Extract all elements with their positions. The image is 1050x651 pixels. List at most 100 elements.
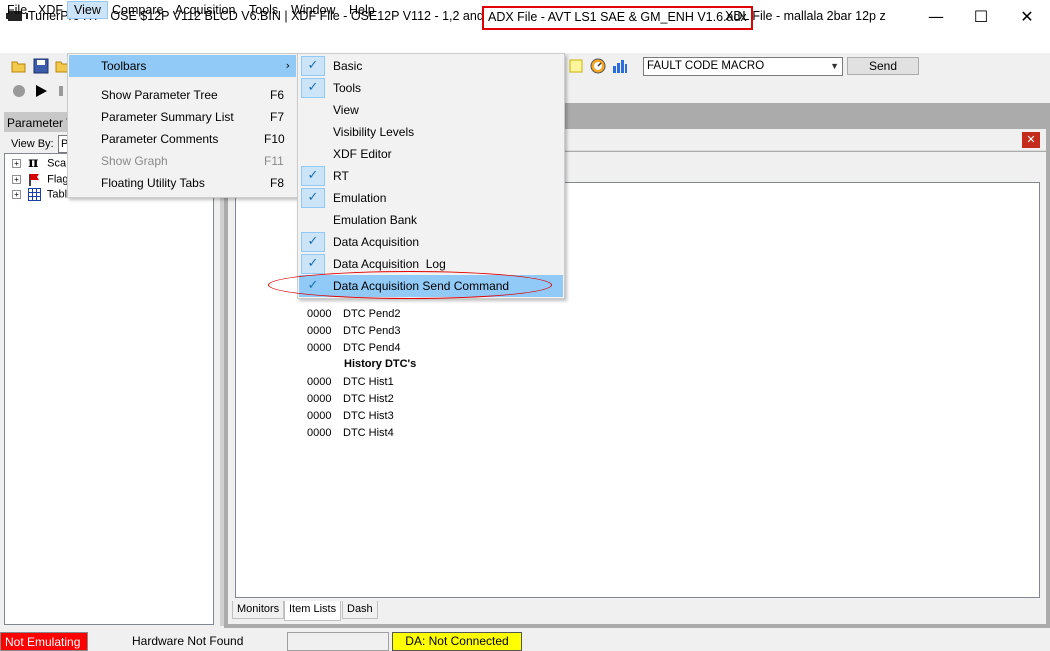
expand-icon[interactable]: + bbox=[12, 190, 21, 199]
view-menu: Toolbars › Show Parameter Tree F6 Parame… bbox=[67, 53, 298, 198]
menu-xdf[interactable]: XDF bbox=[32, 1, 69, 19]
menu-item-emulation[interactable]: ✓ Emulation bbox=[299, 187, 563, 209]
chevron-down-icon: ▼ bbox=[830, 61, 839, 71]
menu-window[interactable]: Window bbox=[285, 1, 341, 19]
menu-item-label: Emulation Bank bbox=[333, 213, 418, 227]
dtc-code: 0000 bbox=[307, 410, 332, 422]
menu-tools[interactable]: Tools bbox=[243, 1, 284, 19]
expand-icon[interactable]: + bbox=[12, 159, 21, 168]
menu-item-label: Show Graph bbox=[101, 154, 168, 168]
tab-dash[interactable]: Dash bbox=[342, 601, 378, 619]
menu-item-show-parameter-tree[interactable]: Show Parameter Tree F6 bbox=[69, 84, 296, 106]
menu-item-label: Data Acquisition bbox=[333, 235, 420, 249]
menu-item-label: RT bbox=[333, 169, 349, 183]
viewby-label: View By: bbox=[11, 138, 54, 150]
flag-icon bbox=[29, 174, 40, 186]
table-icon bbox=[28, 188, 42, 201]
chart-bars-icon[interactable] bbox=[612, 58, 628, 74]
save-icon[interactable] bbox=[33, 58, 49, 74]
parameter-panel-title: Parameter T bbox=[7, 116, 74, 130]
check-icon: ✓ bbox=[301, 232, 325, 252]
menu-item-label: Visibility Levels bbox=[333, 125, 415, 139]
macro-select-value: FAULT CODE MACRO bbox=[647, 60, 765, 72]
tree-item-scalars[interactable]: + π Sca bbox=[12, 155, 67, 172]
menu-file[interactable]: File bbox=[1, 1, 33, 19]
menu-item-label: Toolbars bbox=[101, 59, 147, 73]
menu-item-basic[interactable]: ✓ Basic bbox=[299, 55, 563, 77]
check-icon: ✓ bbox=[301, 254, 325, 274]
tree-item-label: Flag bbox=[47, 173, 69, 186]
dtc-code: 0000 bbox=[307, 325, 332, 337]
menu-help[interactable]: Help bbox=[343, 1, 381, 19]
macro-select[interactable]: FAULT CODE MACRO ▼ bbox=[643, 57, 843, 76]
dtc-code: 0000 bbox=[307, 376, 332, 388]
expand-icon[interactable]: + bbox=[12, 175, 21, 184]
history-dtc-heading: History DTC's bbox=[344, 358, 417, 370]
gauge-icon[interactable] bbox=[590, 58, 606, 74]
menu-item-label: Parameter Summary List bbox=[101, 110, 234, 124]
tab-item-lists[interactable]: Item Lists bbox=[284, 601, 342, 621]
check-icon: ✓ bbox=[301, 188, 325, 208]
menu-compare[interactable]: Compare bbox=[106, 1, 169, 19]
menu-item-data-acquisition[interactable]: ✓ Data Acquisition bbox=[299, 231, 563, 253]
record-icon[interactable] bbox=[11, 83, 27, 99]
da-status: DA: Not Connected bbox=[392, 632, 522, 651]
minimize-button[interactable]: — bbox=[913, 0, 959, 34]
menu-item-data-acquisition-send-command[interactable]: ✓ Data Acquisition Send Command bbox=[299, 275, 563, 297]
maximize-button[interactable]: ☐ bbox=[958, 0, 1004, 34]
menu-item-label: Data Acquisition Send Command bbox=[333, 279, 510, 293]
menu-item-parameter-summary-list[interactable]: Parameter Summary List F7 bbox=[69, 106, 296, 128]
tree-item-flags[interactable]: + Flag bbox=[12, 173, 69, 188]
child-close-icon[interactable]: ✕ bbox=[1022, 132, 1040, 148]
menu-item-shortcut: F10 bbox=[264, 132, 285, 146]
window-title-xdl: XDL File - mallala 2bar 12p z bbox=[725, 9, 886, 23]
menu-item-label: Floating Utility Tabs bbox=[101, 176, 205, 190]
menu-item-show-graph[interactable]: Show Graph F11 bbox=[69, 150, 296, 172]
pi-icon: π bbox=[28, 155, 39, 171]
dtc-name: DTC Hist2 bbox=[343, 393, 394, 405]
check-icon: ✓ bbox=[301, 56, 325, 76]
menu-item-toolbars[interactable]: Toolbars › bbox=[69, 55, 296, 77]
dtc-name: DTC Pend3 bbox=[343, 325, 401, 337]
menu-item-label: Tools bbox=[333, 81, 362, 95]
send-button[interactable]: Send bbox=[847, 57, 919, 75]
tab-monitors[interactable]: Monitors bbox=[232, 601, 285, 619]
menu-view[interactable]: View bbox=[67, 1, 108, 19]
menu-item-label: Data Acquisition Log bbox=[333, 257, 446, 271]
menu-item-label: Basic bbox=[333, 59, 363, 73]
menu-item-label: View bbox=[333, 103, 359, 117]
menu-item-label: Emulation bbox=[333, 191, 387, 205]
menu-item-floating-utility-tabs[interactable]: Floating Utility Tabs F8 bbox=[69, 172, 296, 194]
tree-item-label: Sca bbox=[47, 157, 67, 170]
menu-item-parameter-comments[interactable]: Parameter Comments F10 bbox=[69, 128, 296, 150]
menu-item-label: Show Parameter Tree bbox=[101, 88, 218, 102]
window-title-adx: ADX File - AVT LS1 SAE & GM_ENH V1.6.adx bbox=[482, 6, 753, 30]
dtc-name: DTC Pend4 bbox=[343, 342, 401, 354]
menu-item-label: Parameter Comments bbox=[101, 132, 219, 146]
menu-item-visibility-levels[interactable]: Visibility Levels bbox=[299, 121, 563, 143]
menu-item-view[interactable]: View bbox=[299, 99, 563, 121]
status-panel-empty bbox=[287, 632, 389, 651]
open-folder-icon[interactable] bbox=[11, 58, 27, 74]
menu-item-data-acquisition-log[interactable]: ✓ Data Acquisition Log bbox=[299, 253, 563, 275]
dtc-code: 0000 bbox=[307, 393, 332, 405]
menu-item-shortcut: F6 bbox=[270, 88, 285, 102]
notes-icon[interactable] bbox=[568, 58, 584, 74]
menu-item-shortcut: F8 bbox=[270, 176, 285, 190]
menu-bar bbox=[0, 33, 1050, 53]
menu-acquisition[interactable]: Acquisition bbox=[169, 1, 241, 19]
menu-item-tools[interactable]: ✓ Tools bbox=[299, 77, 563, 99]
parameter-tree[interactable] bbox=[4, 153, 214, 625]
menu-item-emulation-bank[interactable]: Emulation Bank bbox=[299, 209, 563, 231]
menu-item-xdf-editor[interactable]: XDF Editor bbox=[299, 143, 563, 165]
check-icon: ✓ bbox=[301, 78, 325, 98]
emulation-status: Not Emulating bbox=[0, 632, 88, 651]
toolbars-submenu: ✓ Basic ✓ Tools View Visibility Levels X… bbox=[297, 53, 565, 299]
dtc-name: DTC Pend2 bbox=[343, 308, 401, 320]
play-icon[interactable] bbox=[33, 83, 49, 99]
check-icon: ✓ bbox=[301, 276, 325, 296]
menu-item-rt[interactable]: ✓ RT bbox=[299, 165, 563, 187]
close-button[interactable]: ✕ bbox=[1004, 0, 1050, 34]
dtc-code: 0000 bbox=[307, 308, 332, 320]
dtc-code: 0000 bbox=[307, 427, 332, 439]
